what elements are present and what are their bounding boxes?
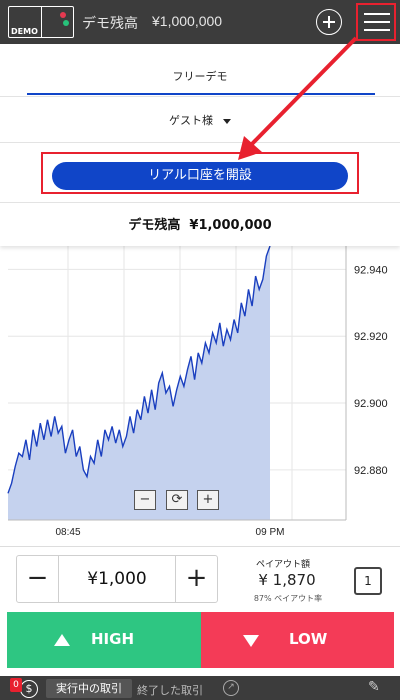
external-link-icon[interactable]: ↗ xyxy=(223,680,239,696)
menu-balance-value: ¥1,000,000 xyxy=(189,218,272,233)
guest-user-label: ゲスト様 xyxy=(169,114,213,127)
payout-rate: 87% ペイアウト率 xyxy=(253,594,323,603)
triangle-down-icon xyxy=(243,635,259,647)
add-chart-button[interactable] xyxy=(316,9,342,35)
red-dot-icon xyxy=(60,12,66,18)
high-button[interactable]: HIGH xyxy=(7,612,201,668)
increase-amount-button[interactable]: + xyxy=(175,556,217,602)
tab-free-demo[interactable]: フリーデモ xyxy=(0,68,400,84)
hamburger-menu-button[interactable] xyxy=(356,3,396,41)
zoom-out-button[interactable]: − xyxy=(134,490,156,510)
payout-value: ¥ 1,870 xyxy=(258,571,316,589)
trading-screen: DEMO デモ残高 ¥1,000,000 92.940 92.920 92.900 9… xyxy=(0,0,400,700)
menu-panel: フリーデモ ゲスト様 リアル口座を開設 デモ残高 ¥1,000,000 xyxy=(0,44,400,246)
x-tick-label: 08:45 xyxy=(55,527,80,538)
divider xyxy=(0,142,400,143)
menu-balance-label: デモ残高 xyxy=(128,218,181,233)
caret-down-icon xyxy=(223,118,231,124)
investment-stepper: − ¥1,000 + xyxy=(16,555,218,603)
y-tick-label: 92.940 xyxy=(354,264,388,276)
feather-icon[interactable]: ✎ xyxy=(368,679,380,695)
x-tick-label: 09 PM xyxy=(256,527,285,538)
header-balance-label: デモ残高 xyxy=(82,16,138,32)
y-tick-label: 92.900 xyxy=(354,398,388,410)
zoom-in-button[interactable]: + xyxy=(197,490,219,510)
y-tick-label: 92.920 xyxy=(354,331,388,343)
divider xyxy=(0,202,400,203)
open-real-account-button[interactable]: リアル口座を開設 xyxy=(52,162,348,190)
trade-panel: − ¥1,000 + ペイアウト額 ¥ 1,870 87% ペイアウト率 1 xyxy=(0,546,400,610)
tab-closed-trades[interactable]: 終了した取引 xyxy=(137,682,203,698)
open-trades-badge: 0 xyxy=(10,678,22,692)
tab-active-underline xyxy=(27,93,375,95)
dollar-icon[interactable]: $ xyxy=(20,680,38,698)
triangle-up-icon xyxy=(54,634,70,646)
expiry-selector-button[interactable]: 1 xyxy=(354,567,382,595)
logo-text: DEMO xyxy=(11,27,38,36)
demo-logo: DEMO xyxy=(8,6,74,38)
green-dot-icon xyxy=(63,20,69,26)
decrease-amount-button[interactable]: − xyxy=(17,556,59,602)
chart-reset-button[interactable]: ⟳ xyxy=(166,490,188,510)
app-header: DEMO デモ残高 ¥1,000,000 xyxy=(0,0,400,44)
high-button-label: HIGH xyxy=(91,630,135,648)
low-button-label: LOW xyxy=(289,630,328,648)
price-chart[interactable]: 92.940 92.920 92.900 92.880 08:45 09 PM − ⟳ + xyxy=(6,246,394,540)
menu-demo-balance: デモ残高 ¥1,000,000 xyxy=(0,214,400,233)
low-button[interactable]: LOW xyxy=(201,612,394,668)
investment-amount-input[interactable]: ¥1,000 xyxy=(59,556,175,602)
header-balance-value: ¥1,000,000 xyxy=(152,13,223,29)
divider xyxy=(0,96,400,97)
tab-open-trades[interactable]: 実行中の取引 xyxy=(46,679,132,698)
y-tick-label: 92.880 xyxy=(354,465,388,477)
payout-label: ペイアウト額 xyxy=(256,560,311,570)
bottom-bar: $ 0 実行中の取引 終了した取引 ↗ ✎ xyxy=(0,676,400,700)
guest-user-dropdown[interactable]: ゲスト様 xyxy=(0,112,400,128)
price-area xyxy=(8,246,270,520)
